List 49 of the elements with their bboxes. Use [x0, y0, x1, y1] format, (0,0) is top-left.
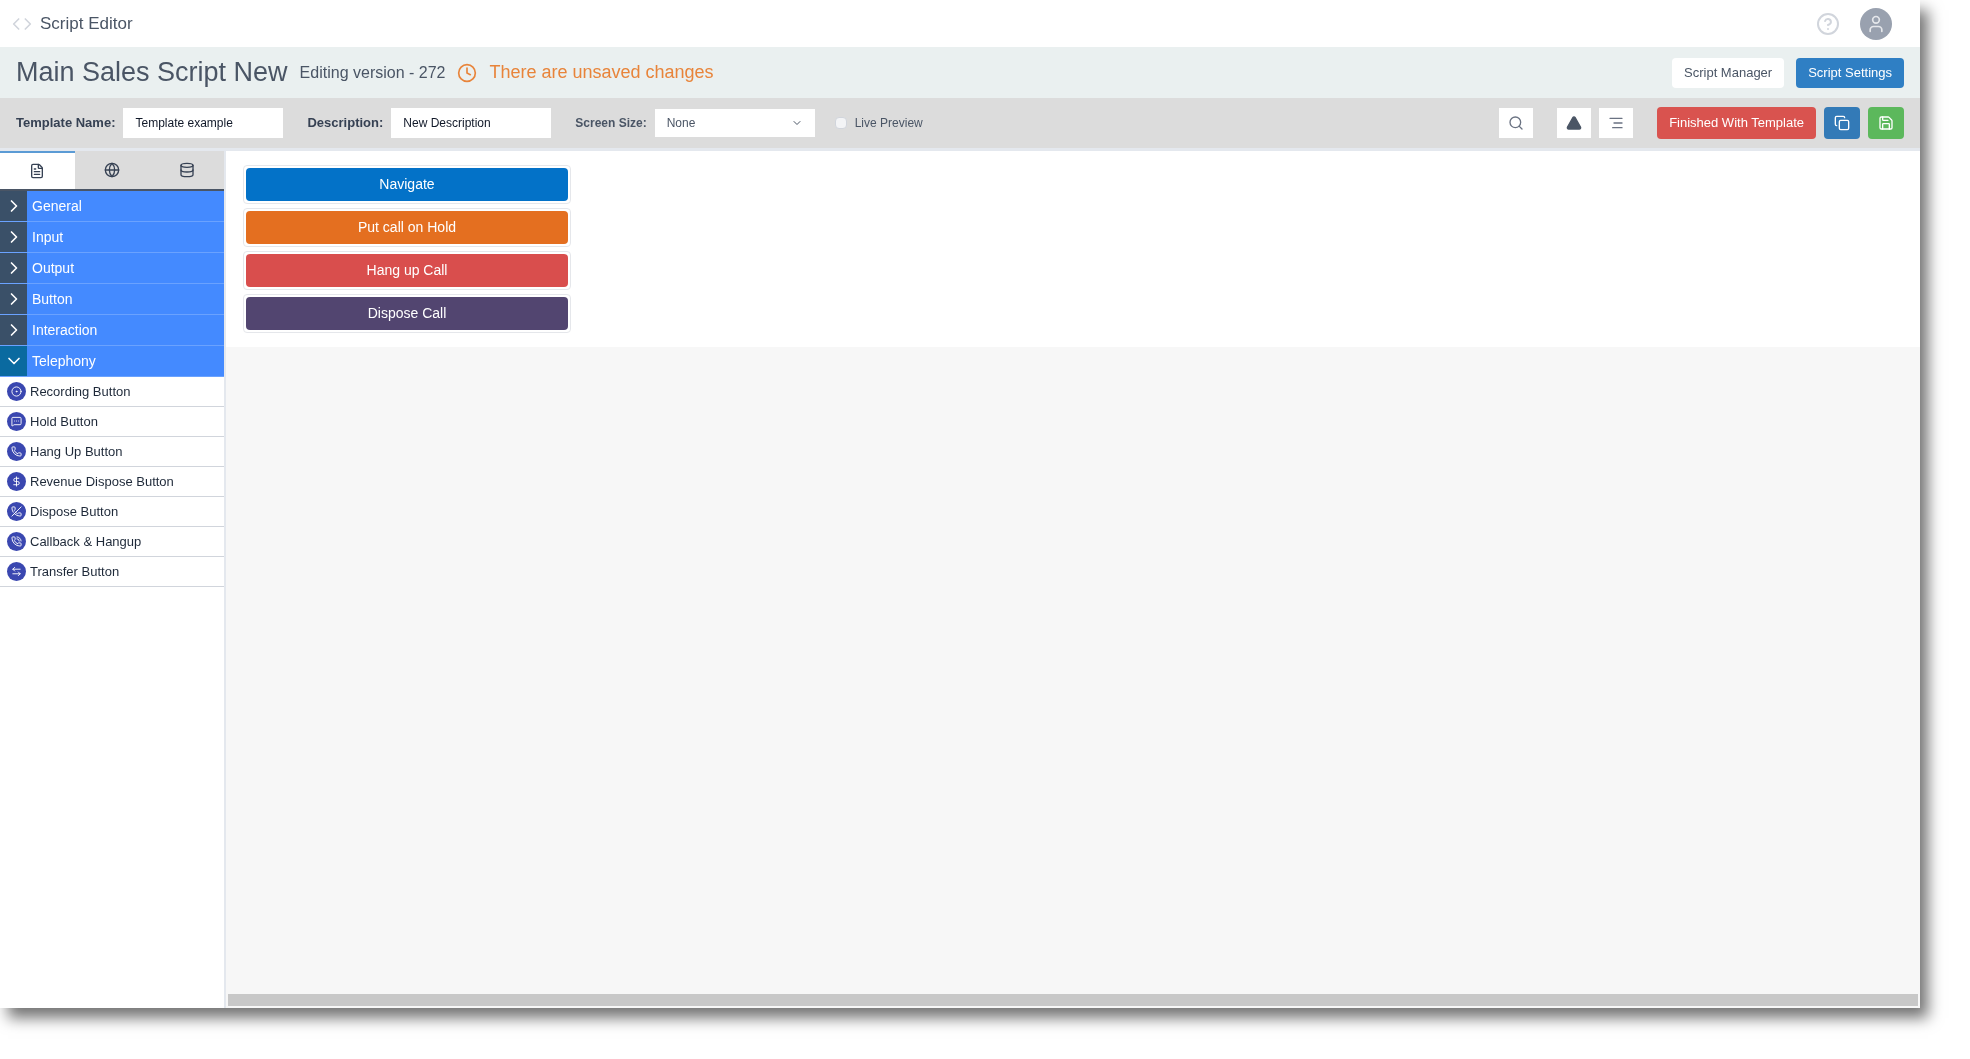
- script-title: Main Sales Script New: [16, 56, 288, 90]
- script-button[interactable]: Hang up Call: [246, 254, 568, 287]
- sidebar-tab[interactable]: [0, 151, 75, 189]
- copy-icon: [1834, 115, 1850, 131]
- checkbox-label: Live Preview: [854, 115, 923, 132]
- component-item[interactable]: Hang Up Button: [0, 437, 224, 467]
- search-icon: [1508, 115, 1525, 131]
- align-button[interactable]: [1599, 108, 1634, 138]
- component-item[interactable]: Revenue Dispose Button: [0, 467, 224, 497]
- field-label: Template Name:: [16, 114, 116, 133]
- horizontal-scrollbar[interactable]: [228, 994, 1918, 1006]
- version-text: Editing version - 272: [299, 62, 446, 83]
- triangle-button[interactable]: [1557, 108, 1592, 138]
- script-button[interactable]: Navigate: [246, 168, 568, 201]
- copy-button[interactable]: [1824, 107, 1860, 139]
- component-item[interactable]: Dispose Button: [0, 497, 224, 527]
- phone-off-icon: [7, 502, 26, 521]
- screen-size-select[interactable]: None: [654, 109, 815, 137]
- arrows-icon: [7, 562, 26, 581]
- phone-handset-icon: [7, 442, 26, 461]
- component-item[interactable]: Callback & Hangup: [0, 527, 224, 557]
- manager-button[interactable]: Script Manager: [1672, 57, 1785, 88]
- avatar[interactable]: [1860, 7, 1892, 40]
- document-icon: [29, 163, 46, 179]
- align-icon: [1608, 115, 1625, 131]
- description-field[interactable]: New Description: [391, 108, 552, 138]
- clock-icon: [457, 62, 478, 83]
- finished-button[interactable]: Finished With Template: [1657, 107, 1816, 139]
- component-item[interactable]: Hold Button: [0, 407, 224, 437]
- search-button[interactable]: [1499, 108, 1534, 138]
- save-button[interactable]: [1868, 107, 1904, 139]
- script-button[interactable]: Dispose Call: [246, 297, 568, 330]
- settings-button[interactable]: Script Settings: [1796, 57, 1904, 88]
- unsaved-warning: There are unsaved changes: [489, 61, 714, 84]
- field-label: Screen Size:: [575, 115, 647, 132]
- chat-bubble-icon: [7, 412, 26, 431]
- database-icon: [178, 162, 195, 178]
- component-item[interactable]: Transfer Button: [0, 557, 224, 587]
- phone-call-icon: [7, 532, 26, 551]
- record-icon: [7, 382, 26, 401]
- globe-icon: [104, 162, 120, 178]
- component-item[interactable]: Recording Button: [0, 377, 224, 407]
- save-icon: [1878, 115, 1894, 131]
- triangle-icon: [1566, 115, 1583, 131]
- dollar-icon: [7, 472, 26, 491]
- app-title: Script Editor: [40, 12, 133, 35]
- live-preview-checkbox[interactable]: [834, 117, 847, 129]
- template-name-field[interactable]: Template example: [123, 108, 284, 138]
- field-label: Description:: [307, 114, 384, 133]
